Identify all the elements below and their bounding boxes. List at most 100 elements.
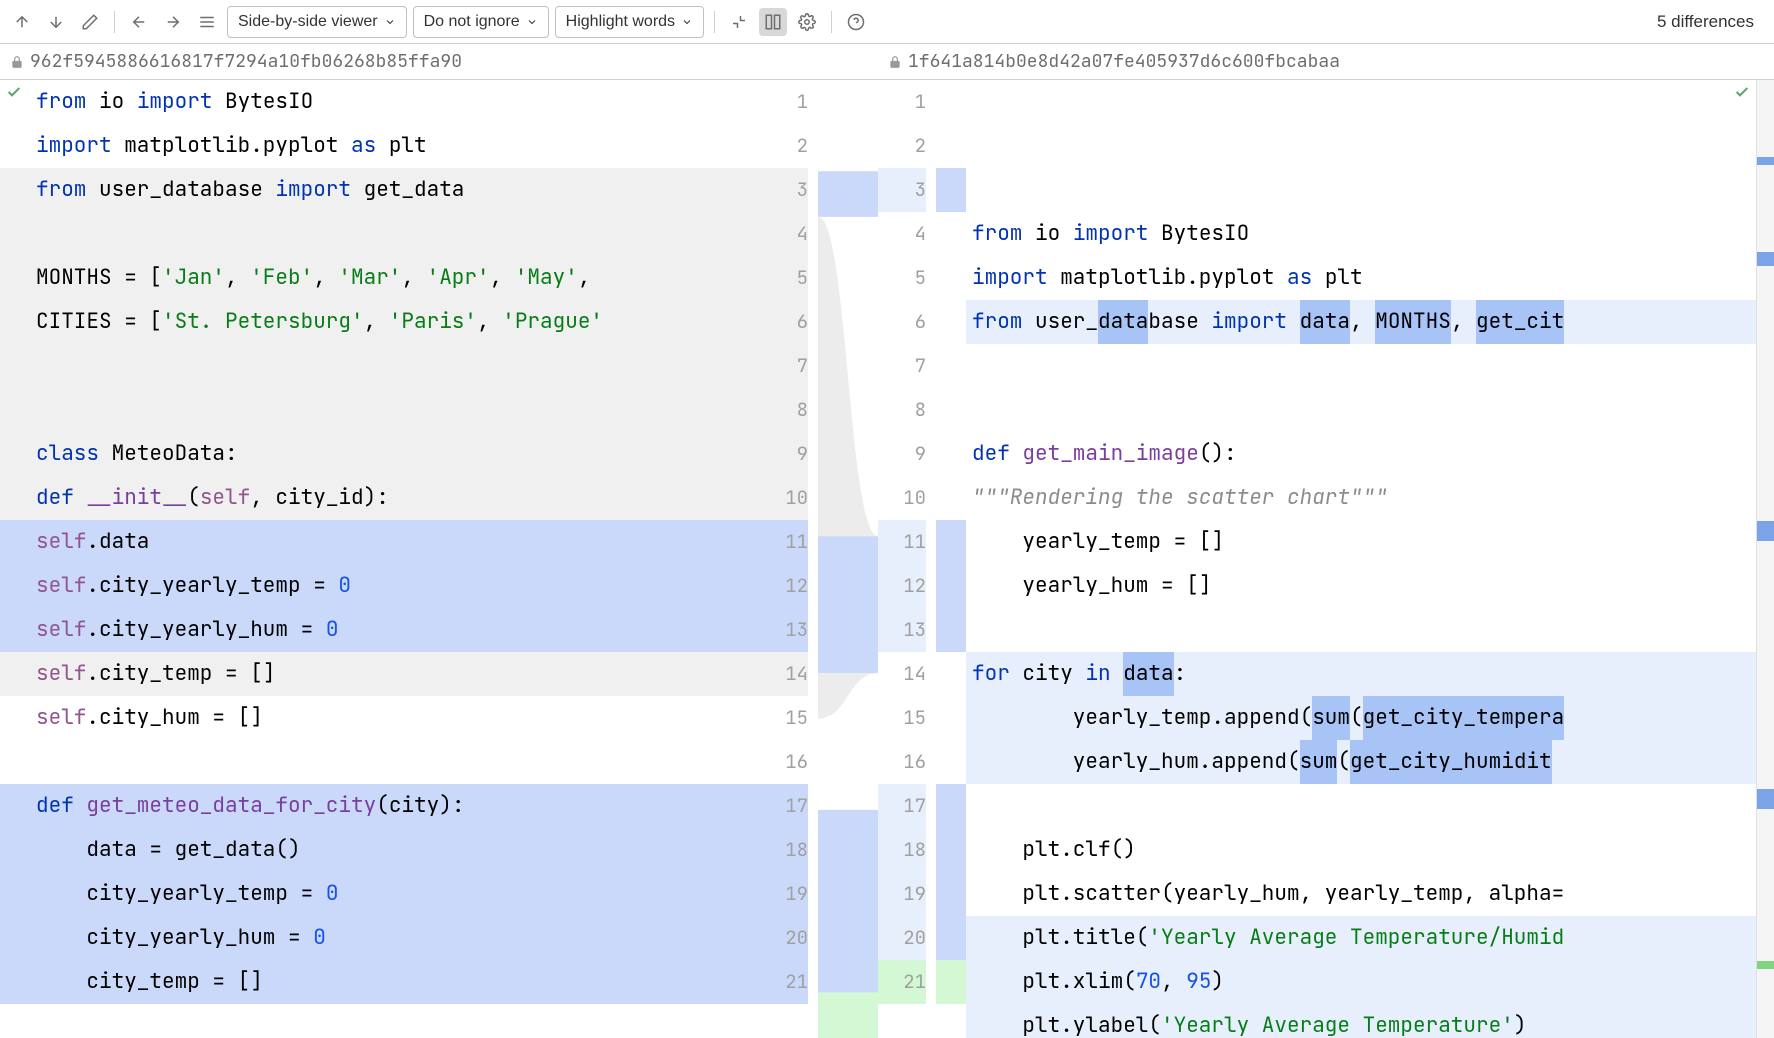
line-number: 6	[760, 300, 808, 344]
edit-icon[interactable]	[76, 8, 104, 36]
back-button[interactable]	[125, 8, 153, 36]
code-line[interactable]: from io import BytesIO	[966, 212, 1756, 256]
code-line[interactable]: from io import BytesIO	[30, 80, 760, 124]
minimap[interactable]	[1756, 80, 1774, 1038]
code-line[interactable]: MONTHS = ['Jan', 'Feb', 'Mar', 'Apr', 'M…	[30, 256, 760, 300]
sync-scroll-icon[interactable]	[759, 8, 787, 36]
line-number: 21	[878, 960, 926, 1004]
line-number: 11	[878, 520, 926, 564]
code-line[interactable]	[30, 344, 760, 388]
settings-icon[interactable]	[793, 8, 821, 36]
code-line[interactable]	[966, 784, 1756, 828]
right-code[interactable]: from io import BytesIOimport matplotlib.…	[966, 80, 1756, 1038]
right-line-numbers: 123456789101112131415161718192021	[878, 80, 936, 1038]
code-line[interactable]	[966, 608, 1756, 652]
code-line[interactable]: """Rendering the scatter chart"""	[966, 476, 1756, 520]
line-number: 21	[760, 960, 808, 1004]
line-number: 2	[878, 124, 926, 168]
check-icon	[1734, 84, 1750, 100]
code-line[interactable]: self.city_yearly_hum = 0	[30, 608, 760, 652]
line-number: 7	[878, 344, 926, 388]
line-number: 11	[760, 520, 808, 564]
line-number: 6	[878, 300, 926, 344]
code-line[interactable]: yearly_hum = []	[966, 564, 1756, 608]
code-line[interactable]: CITIES = ['St. Petersburg', 'Paris', 'Pr…	[30, 300, 760, 344]
viewer-mode-label: Side-by-side viewer	[238, 13, 378, 31]
code-line[interactable]: plt.title('Yearly Average Temperature/Hu…	[966, 916, 1756, 960]
line-number: 19	[760, 872, 808, 916]
left-line-numbers: 123456789101112131415161718192021	[760, 80, 818, 1038]
line-number: 12	[760, 564, 808, 608]
line-number: 13	[878, 608, 926, 652]
line-number: 18	[760, 828, 808, 872]
code-line[interactable]: yearly_temp = []	[966, 520, 1756, 564]
code-line[interactable]: from user_database import get_data	[30, 168, 760, 212]
code-line[interactable]: def get_main_image():	[966, 432, 1756, 476]
code-line[interactable]: self.data	[30, 520, 760, 564]
code-line[interactable]: plt.xlim(70, 95)	[966, 960, 1756, 1004]
ignore-mode-dropdown[interactable]: Do not ignore	[413, 6, 549, 38]
line-number: 10	[760, 476, 808, 520]
diff-connector	[818, 80, 878, 1038]
code-line[interactable]: import matplotlib.pyplot as plt	[966, 256, 1756, 300]
code-line[interactable]: def __init__(self, city_id):	[30, 476, 760, 520]
help-icon[interactable]	[842, 8, 870, 36]
code-line[interactable]: self.city_temp = []	[30, 652, 760, 696]
code-line[interactable]: def get_meteo_data_for_city(city):	[30, 784, 760, 828]
code-line[interactable]: plt.scatter(yearly_hum, yearly_temp, alp…	[966, 872, 1756, 916]
highlight-mode-dropdown[interactable]: Highlight words	[555, 6, 704, 38]
left-file-header: 962f5945886616817f7294a10fb06268b85ffa90	[0, 44, 878, 79]
diff-toolbar: Side-by-side viewer Do not ignore Highli…	[0, 0, 1774, 44]
list-icon[interactable]	[193, 8, 221, 36]
code-line[interactable]: class MeteoData:	[30, 432, 760, 476]
code-line[interactable]	[966, 344, 1756, 388]
chevron-down-icon	[526, 16, 538, 28]
code-line[interactable]: city_yearly_temp = 0	[30, 872, 760, 916]
forward-button[interactable]	[159, 8, 187, 36]
code-line[interactable]: yearly_temp.append(sum(get_city_tempera	[966, 696, 1756, 740]
code-line[interactable]: self.city_yearly_temp = 0	[30, 564, 760, 608]
right-pane: from io import BytesIOimport matplotlib.…	[936, 80, 1774, 1038]
line-number: 8	[878, 388, 926, 432]
line-number: 17	[878, 784, 926, 828]
chevron-down-icon	[384, 16, 396, 28]
code-line[interactable]: import matplotlib.pyplot as plt	[30, 124, 760, 168]
line-number: 5	[760, 256, 808, 300]
code-line[interactable]: yearly_hum.append(sum(get_city_humidit	[966, 740, 1756, 784]
code-line[interactable]	[30, 740, 760, 784]
file-headers: 962f5945886616817f7294a10fb06268b85ffa90…	[0, 44, 1774, 80]
diff-count-label: 5 differences	[1657, 12, 1766, 32]
code-line[interactable]	[30, 388, 760, 432]
separator	[114, 11, 115, 33]
prev-diff-button[interactable]	[8, 8, 36, 36]
line-number: 18	[878, 828, 926, 872]
code-line[interactable]: data = get_data()	[30, 828, 760, 872]
code-line[interactable]: city_yearly_hum = 0	[30, 916, 760, 960]
line-number: 19	[878, 872, 926, 916]
code-line[interactable]: self.city_hum = []	[30, 696, 760, 740]
line-number: 8	[760, 388, 808, 432]
code-line[interactable]: plt.ylabel('Yearly Average Temperature')	[966, 1004, 1756, 1038]
code-line[interactable]	[966, 388, 1756, 432]
code-line[interactable]: from user_database import data, MONTHS, …	[966, 300, 1756, 344]
viewer-mode-dropdown[interactable]: Side-by-side viewer	[227, 6, 407, 38]
right-file-header: 1f641a814b0e8d42a07fe405937d6c600fbcabaa	[878, 44, 1774, 79]
line-number: 16	[878, 740, 926, 784]
left-pane: from io import BytesIOimport matplotlib.…	[0, 80, 760, 1038]
code-line[interactable]: plt.clf()	[966, 828, 1756, 872]
next-diff-button[interactable]	[42, 8, 70, 36]
line-number: 15	[878, 696, 926, 740]
line-number: 10	[878, 476, 926, 520]
code-line[interactable]	[30, 212, 760, 256]
line-number: 15	[760, 696, 808, 740]
code-line[interactable]: for city in data:	[966, 652, 1756, 696]
right-hash: 1f641a814b0e8d42a07fe405937d6c600fbcabaa	[908, 50, 1340, 73]
line-number: 17	[760, 784, 808, 828]
line-number: 3	[878, 168, 926, 212]
collapse-icon[interactable]	[725, 8, 753, 36]
line-number: 4	[878, 212, 926, 256]
left-code[interactable]: from io import BytesIOimport matplotlib.…	[30, 80, 760, 1038]
code-line[interactable]: city_temp = []	[30, 960, 760, 1004]
line-number: 5	[878, 256, 926, 300]
separator	[714, 11, 715, 33]
